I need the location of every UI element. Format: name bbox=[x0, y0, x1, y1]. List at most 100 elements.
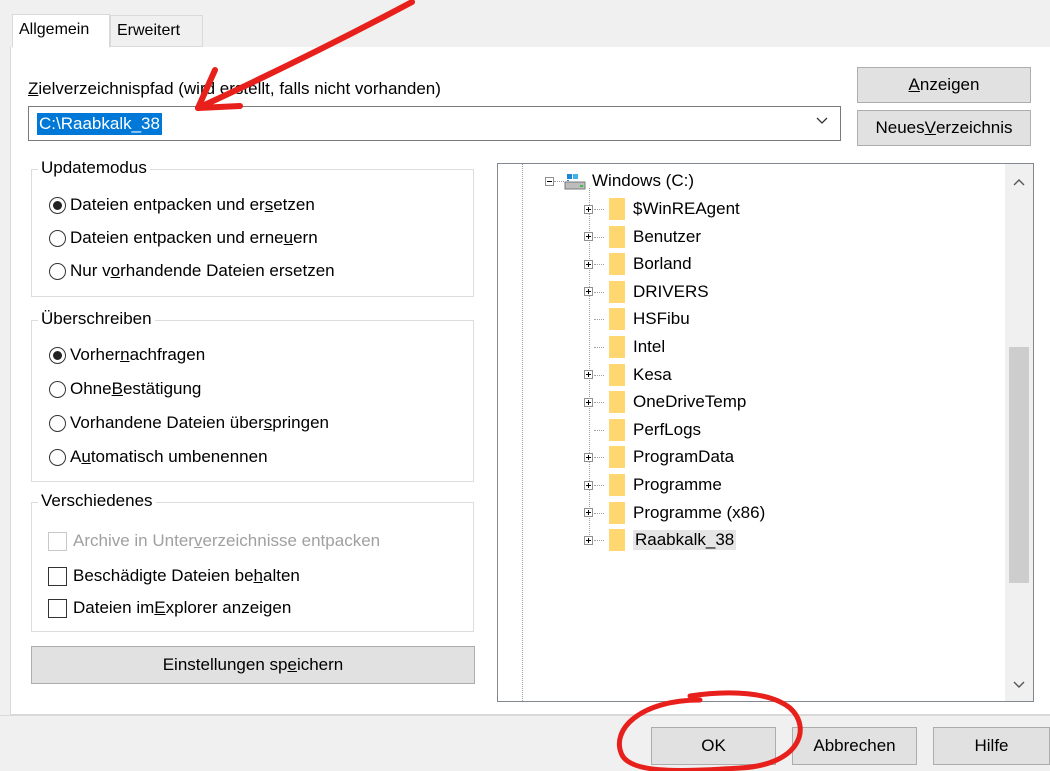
folder-tree[interactable]: Windows (C:) $WinREAgent Benutzer Borland D… bbox=[497, 163, 1034, 702]
tree-connector bbox=[594, 485, 604, 486]
cancel-button[interactable]: Abbrechen bbox=[792, 727, 917, 765]
tree-item[interactable]: PerfLogs bbox=[584, 418, 702, 441]
tree-connector bbox=[594, 540, 604, 542]
help-button[interactable]: Hilfe bbox=[933, 727, 1050, 765]
radio-indicator[interactable] bbox=[49, 448, 66, 466]
tree-connector bbox=[594, 429, 604, 431]
tree-expand-toggle[interactable] bbox=[584, 508, 593, 518]
tree-item[interactable]: DRIVERS bbox=[584, 280, 709, 303]
tree-connector bbox=[594, 512, 604, 514]
chevron-up-icon[interactable] bbox=[1013, 178, 1025, 188]
checkbox-indicator[interactable] bbox=[48, 566, 67, 586]
tree-item-label: Windows (C:) bbox=[592, 171, 695, 190]
checkbox-show-in-explorer[interactable]: Dateien im Explorer anzeigen bbox=[48, 598, 291, 618]
radio-no-confirmation[interactable]: Ohne Bestätigung bbox=[49, 379, 201, 399]
tree-scrollbar[interactable] bbox=[1005, 164, 1033, 701]
radio-indicator[interactable] bbox=[49, 196, 66, 214]
radio-extract-replace[interactable]: Dateien entpacken und er s etzen bbox=[49, 195, 315, 215]
tree-item[interactable]: Benutzer bbox=[584, 225, 702, 248]
tree-connector bbox=[594, 374, 604, 376]
tree-expand-toggle[interactable] bbox=[584, 480, 593, 490]
tree-item[interactable]: Programme (x86) bbox=[584, 501, 765, 524]
tree-item-label: HSFibu bbox=[633, 309, 690, 329]
radio-extract-renew[interactable]: Dateien entpacken und erne u ern bbox=[49, 228, 318, 248]
tree-item[interactable]: Borland bbox=[584, 253, 692, 276]
drive-icon bbox=[564, 174, 586, 190]
tree-expand-toggle[interactable] bbox=[584, 287, 593, 297]
tree-connector bbox=[594, 264, 604, 266]
tree-item-label: DRIVERS bbox=[633, 281, 709, 301]
tree-connector bbox=[594, 457, 604, 459]
tree-guide-line bbox=[522, 164, 523, 701]
checkbox-keep-damaged[interactable]: Beschädigte Dateien be h alten bbox=[48, 566, 300, 586]
folder-icon bbox=[609, 253, 625, 276]
folder-icon bbox=[609, 529, 625, 552]
scrollbar-thumb[interactable] bbox=[1009, 347, 1029, 583]
tree-connector bbox=[594, 291, 604, 293]
tree-item[interactable]: OneDriveTemp bbox=[584, 391, 747, 414]
tree-collapse-toggle[interactable] bbox=[545, 176, 554, 186]
chevron-down-icon[interactable] bbox=[1013, 679, 1025, 689]
tree-item[interactable]: Kesa bbox=[584, 363, 672, 386]
footer-divider bbox=[0, 715, 1050, 716]
path-value[interactable]: C:\Raabkalk_38 bbox=[37, 113, 162, 135]
radio-skip-existing[interactable]: Vorhandene Dateien über s pringen bbox=[49, 413, 329, 433]
folder-icon bbox=[609, 280, 625, 303]
tree-item-label: Borland bbox=[633, 254, 692, 274]
folder-icon bbox=[609, 336, 625, 358]
overwrite-title: Überschreiben bbox=[38, 309, 155, 329]
tree-item-label: Programme bbox=[633, 475, 722, 494]
path-combobox[interactable]: C:\Raabkalk_38 bbox=[28, 106, 841, 141]
tree-connector bbox=[594, 209, 604, 210]
tree-expand-toggle[interactable] bbox=[584, 452, 593, 462]
folder-icon bbox=[609, 308, 625, 331]
checkbox-indicator bbox=[48, 531, 67, 551]
folder-icon bbox=[609, 391, 625, 414]
tree-item-label: Intel bbox=[633, 337, 666, 356]
folder-icon bbox=[609, 225, 625, 248]
tree-root-windows[interactable]: Windows (C:) bbox=[545, 170, 694, 192]
tree-item[interactable]: HSFibu bbox=[584, 308, 690, 331]
tree-expand-toggle[interactable] bbox=[584, 397, 593, 407]
radio-indicator[interactable] bbox=[49, 262, 66, 280]
new-directory-button[interactable]: Neues Verzeichnis bbox=[857, 110, 1031, 146]
tree-item-label: Benutzer bbox=[633, 226, 702, 246]
tree-item[interactable]: ProgramData bbox=[584, 446, 734, 469]
tree-expand-toggle[interactable] bbox=[584, 535, 593, 545]
ok-button[interactable]: OK bbox=[651, 727, 776, 765]
radio-indicator[interactable] bbox=[49, 346, 66, 364]
checkbox-indicator[interactable] bbox=[48, 598, 67, 618]
folder-icon bbox=[609, 446, 625, 469]
radio-indicator[interactable] bbox=[49, 229, 66, 247]
tree-expand-toggle[interactable] bbox=[584, 232, 593, 242]
radio-auto-rename[interactable]: Au tomatisch umbenennen bbox=[49, 447, 268, 467]
checkbox-extract-subdirs: Archive in Unter v erzeichnisse entpacken bbox=[48, 531, 380, 551]
tree-item[interactable]: $WinREAgent bbox=[584, 198, 740, 220]
radio-indicator[interactable] bbox=[49, 414, 66, 432]
tree-expand-toggle[interactable] bbox=[584, 259, 593, 269]
show-button[interactable]: Anzeigen bbox=[857, 67, 1031, 103]
tree-item-label: OneDriveTemp bbox=[633, 392, 747, 412]
folder-icon bbox=[609, 501, 625, 524]
tree-expand-toggle[interactable] bbox=[584, 204, 593, 214]
tree-item[interactable]: Raabkalk_38 bbox=[584, 529, 737, 552]
folder-icon bbox=[609, 418, 625, 441]
radio-indicator[interactable] bbox=[49, 380, 66, 398]
save-settings-button[interactable]: Einstellungen sp e ichern bbox=[31, 646, 475, 684]
tree-item[interactable]: Intel bbox=[584, 336, 665, 358]
radio-replace-existing-only[interactable]: Nur v o rhandende Dateien ersetzen bbox=[49, 261, 335, 281]
tab-allgemein[interactable]: Allgemein bbox=[12, 14, 110, 48]
tab-erweitert[interactable]: Erweitert bbox=[110, 15, 203, 47]
folder-icon bbox=[609, 198, 625, 220]
folder-icon bbox=[609, 363, 625, 386]
path-label: Zielverzeichnispfad (wird erstellt, fall… bbox=[28, 79, 441, 98]
tree-item[interactable]: Programme bbox=[584, 474, 722, 496]
misc-title: Verschiedenes bbox=[38, 491, 156, 511]
radio-ask-before[interactable]: Vorher n achfragen bbox=[49, 345, 205, 365]
tree-connector bbox=[594, 319, 604, 321]
tree-item-label: PerfLogs bbox=[633, 419, 702, 439]
chevron-down-icon[interactable] bbox=[816, 115, 828, 127]
tree-expand-toggle[interactable] bbox=[584, 370, 593, 380]
